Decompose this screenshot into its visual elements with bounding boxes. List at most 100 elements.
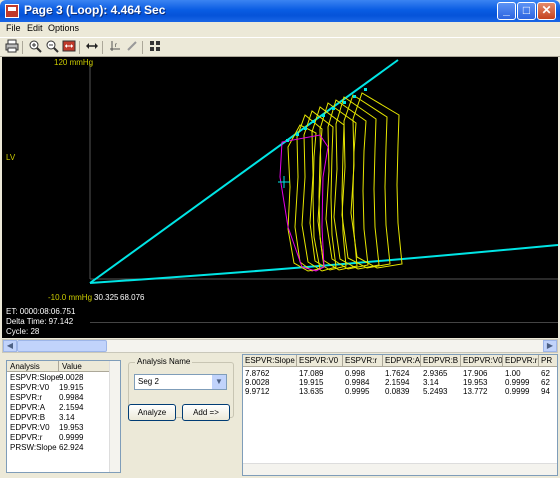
analysis-name-value: Seg 2 <box>138 377 159 386</box>
scroll-right-button[interactable]: ▶ <box>543 340 557 352</box>
results-cell[interactable]: 5.2493 <box>421 387 461 396</box>
toolbar-separator <box>142 41 143 54</box>
toolbar-separator <box>79 41 80 54</box>
results-cell[interactable]: 0.0839 <box>383 387 421 396</box>
add-button[interactable]: Add => <box>182 404 230 421</box>
info-panel: ET: 0000:08:06.751 Delta Time: 97.142 Cy… <box>2 306 558 338</box>
results-cell[interactable]: 13.772 <box>461 387 503 396</box>
results-cell[interactable]: 13.635 <box>297 387 343 396</box>
results-table[interactable]: ESPVR:Slope 7.8762 9.0028 9.9712 ESPVR:V0 17.… <box>242 354 558 476</box>
results-column-header[interactable]: EDPVR:B <box>421 355 461 367</box>
marker-icon[interactable]: r <box>106 39 124 55</box>
results-column-header[interactable]: EDPVR:A <box>383 355 421 367</box>
results-cell[interactable]: 7.8762 <box>243 369 297 378</box>
time-scrollbar[interactable]: ◀ ▶ <box>2 339 558 353</box>
x-axis-max-label: 68.076 <box>120 293 145 302</box>
analysis-list[interactable]: Analysis Value ESPVR:Slope 9.0028 ESPVR:V0… <box>6 360 121 473</box>
maximize-button[interactable]: □ <box>517 2 536 20</box>
results-scrollbar[interactable] <box>243 463 557 475</box>
results-cell[interactable]: 17.089 <box>297 369 343 378</box>
results-cell[interactable]: 2.1594 <box>383 378 421 387</box>
toolbar: r <box>0 37 560 57</box>
scroll-left-button[interactable]: ◀ <box>3 340 17 352</box>
analysis-name-cell[interactable]: EDPVR:A <box>10 403 45 413</box>
menu-options[interactable]: Options <box>48 23 79 33</box>
column-header-analysis[interactable]: Analysis <box>7 361 59 372</box>
analysis-panel: Analysis Value ESPVR:Slope 9.0028 ESPVR:V0… <box>2 354 558 476</box>
analysis-name-cell[interactable]: ESPVR:V0 <box>10 383 49 393</box>
results-cell[interactable]: 3.14 <box>421 378 461 387</box>
results-cell[interactable]: 0.9999 <box>503 387 539 396</box>
print-icon[interactable] <box>3 39 21 55</box>
analysis-value-cell[interactable]: 9.0028 <box>59 373 83 383</box>
zoom-in-icon[interactable] <box>26 39 44 55</box>
results-column-header[interactable]: ESPVR:V0 <box>297 355 343 367</box>
analysis-name-cell[interactable]: EDPVR:V0 <box>10 423 50 433</box>
results-column-header[interactable]: ESPVR:Slope <box>243 355 297 367</box>
delta-time: Delta Time: 97.142 <box>6 317 74 326</box>
analysis-value-cell[interactable]: 2.1594 <box>59 403 83 413</box>
chevron-down-icon[interactable]: ▼ <box>212 375 226 389</box>
y-axis-title: LV <box>6 153 16 162</box>
results-cell[interactable]: 9.9712 <box>243 387 297 396</box>
analysis-name-select[interactable]: Seg 2 ▼ <box>134 374 227 390</box>
results-cell[interactable]: 1.00 <box>503 369 539 378</box>
title-bar: Page 3 (Loop): 4.464 Sec _ □ ✕ <box>0 0 560 22</box>
results-cell[interactable]: 1.7624 <box>383 369 421 378</box>
results-cell[interactable]: 0.9999 <box>503 378 539 387</box>
scroll-thumb[interactable] <box>17 340 107 352</box>
results-cell[interactable]: 62 <box>539 369 557 378</box>
results-cell[interactable]: 0.9995 <box>343 387 383 396</box>
results-column-header[interactable]: EDPVR:V0 <box>461 355 503 367</box>
analysis-name-cell[interactable]: PRSW:Slope <box>10 443 57 453</box>
column-header-value[interactable]: Value <box>59 361 111 372</box>
results-cell[interactable]: 94 <box>539 387 557 396</box>
results-cell[interactable]: 2.9365 <box>421 369 461 378</box>
results-column-header[interactable]: EDPVR:r <box>503 355 539 367</box>
analysis-name-cell[interactable]: EDPVR:B <box>10 413 45 423</box>
y-axis-max-label: 120 mmHg <box>54 58 94 67</box>
results-cell[interactable]: 19.915 <box>297 378 343 387</box>
analysis-name-cell[interactable]: ESPVR:r <box>10 393 42 403</box>
results-cell[interactable]: 0.9984 <box>343 378 383 387</box>
list-scrollbar[interactable] <box>109 361 120 472</box>
results-cell[interactable]: 9.0028 <box>243 378 297 387</box>
analysis-value-cell[interactable]: 19.915 <box>59 383 83 393</box>
analysis-name-label: Analysis Name <box>135 357 193 366</box>
menu-bar: File Edit Options <box>0 22 560 36</box>
grid-icon[interactable] <box>146 39 164 55</box>
svg-text:r: r <box>115 43 117 49</box>
pen-icon[interactable] <box>123 39 141 55</box>
cycle-number: Cycle: 28 <box>6 327 40 336</box>
close-button[interactable]: ✕ <box>537 2 556 20</box>
analysis-value-cell[interactable]: 62.924 <box>59 443 83 453</box>
analysis-name-cell[interactable]: ESPVR:Slope <box>10 373 60 383</box>
results-cell[interactable]: 17.906 <box>461 369 503 378</box>
analyze-button[interactable]: Analyze <box>128 404 176 421</box>
results-column-header[interactable]: ESPVR:r <box>343 355 383 367</box>
x-axis-min-label: 30.325 <box>94 293 119 302</box>
analysis-value-cell[interactable]: 3.14 <box>59 413 75 423</box>
zoom-out-icon[interactable] <box>43 39 61 55</box>
analysis-value-cell[interactable]: 19.953 <box>59 423 83 433</box>
analysis-value-cell[interactable]: 0.9984 <box>59 393 83 403</box>
pv-loop-plot[interactable]: 120 mmHg LV -10.0 mmHg 30.325 68.076 <box>2 57 558 306</box>
toolbar-separator <box>102 41 103 54</box>
toolbar-separator <box>22 41 23 54</box>
results-cell[interactable]: 0.998 <box>343 369 383 378</box>
window-title: Page 3 (Loop): 4.464 Sec <box>24 3 166 17</box>
analysis-value-cell[interactable]: 0.9999 <box>59 433 83 443</box>
results-cell[interactable]: 62 <box>539 378 557 387</box>
horizontal-arrows-icon[interactable] <box>83 39 101 55</box>
y-axis-min-label: -10.0 mmHg <box>48 293 93 302</box>
fit-icon[interactable] <box>60 39 78 55</box>
results-cell[interactable]: 19.953 <box>461 378 503 387</box>
menu-file[interactable]: File <box>6 23 21 33</box>
elapsed-time: ET: 0000:08:06.751 <box>6 307 76 316</box>
timeline-track <box>90 322 558 323</box>
results-column-header[interactable]: PR <box>539 355 557 367</box>
app-icon <box>5 4 19 18</box>
menu-edit[interactable]: Edit <box>27 23 43 33</box>
analysis-name-cell[interactable]: EDPVR:r <box>10 433 42 443</box>
minimize-button[interactable]: _ <box>497 2 516 20</box>
